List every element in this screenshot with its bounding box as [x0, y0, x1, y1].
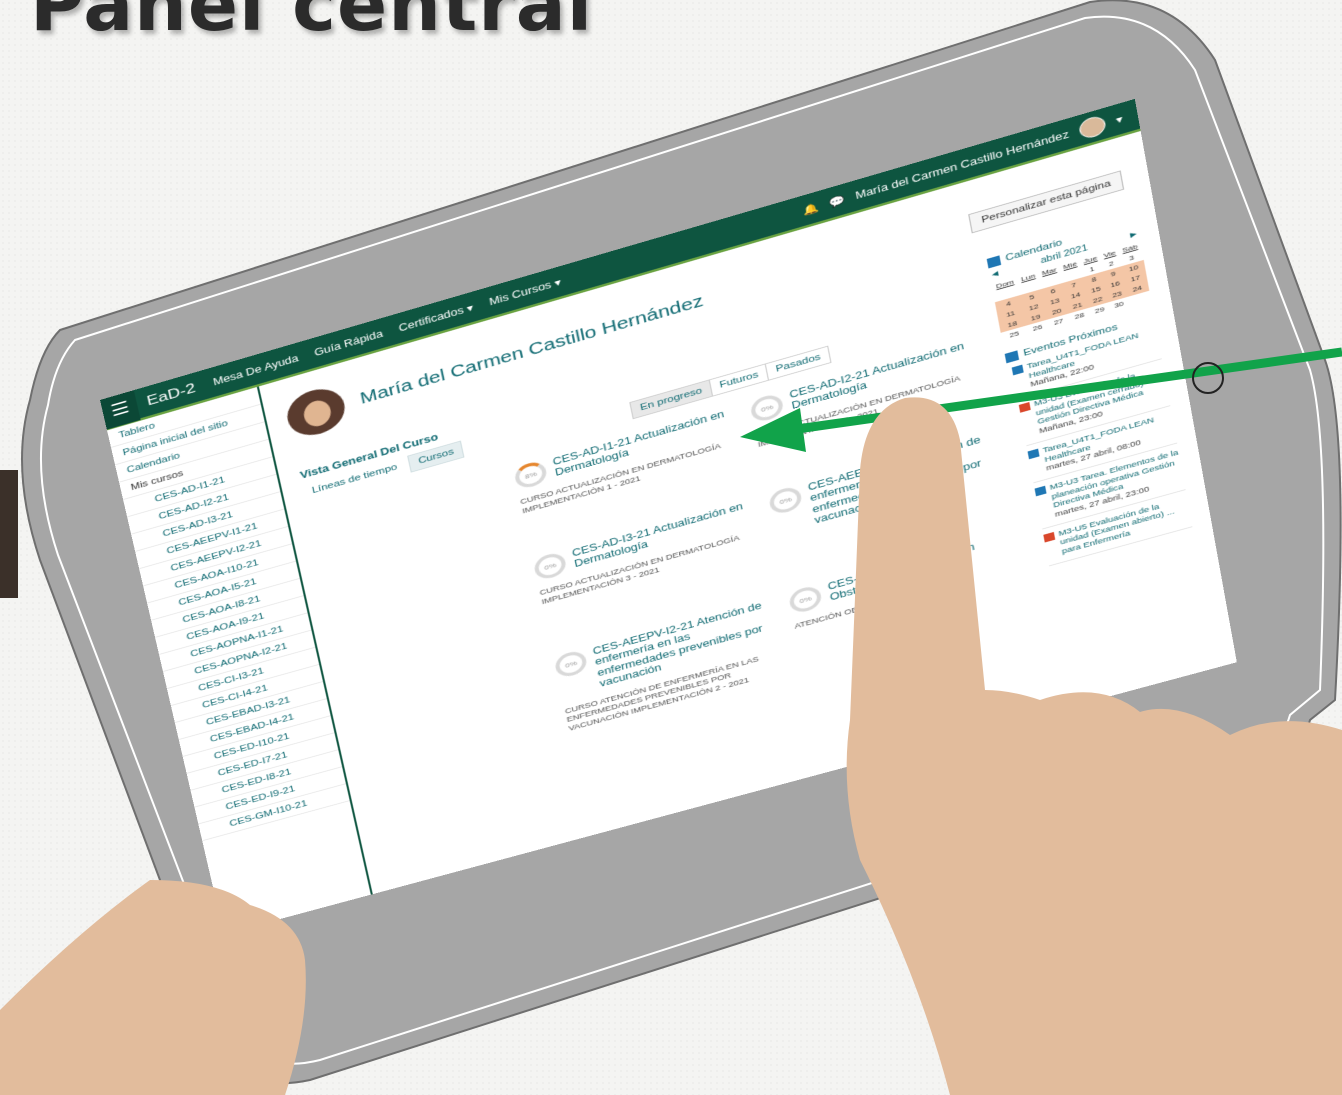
- left-hand: [0, 880, 306, 1095]
- right-hand: [846, 397, 1342, 1095]
- hands: [0, 397, 1342, 1095]
- tablet-scene: ☰ EaD-2 Mesa De Ayuda Guía Rápida Certif…: [0, 0, 1342, 1095]
